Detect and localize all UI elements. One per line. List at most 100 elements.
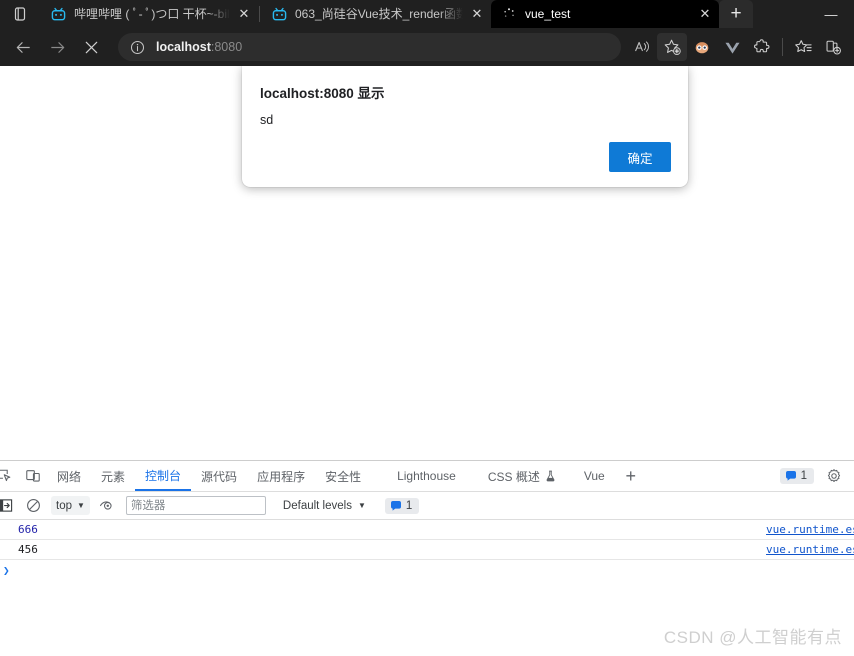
profile-extension-button[interactable] — [687, 33, 717, 61]
device-toolbar-icon — [26, 470, 40, 482]
console-log-message: 666 — [18, 523, 38, 536]
address-bar-url: localhost:8080 — [156, 40, 242, 54]
back-button[interactable] — [6, 32, 40, 62]
devtools-tabbar: 网络 元素 控制台 源代码 应用程序 安全性 Lighthouse CSS 概述… — [0, 461, 854, 492]
browser-window: 哔哩哔哩 ( ﾟ- ﾟ)つ口 干杯~-bili ✕ 063_尚硅谷Vue技术_r… — [0, 0, 854, 656]
console-filter-input[interactable] — [125, 496, 266, 515]
read-aloud-button[interactable] — [627, 33, 657, 61]
chevron-down-icon: ▼ — [357, 501, 366, 510]
devtools-tab-lighthouse[interactable]: Lighthouse — [371, 461, 466, 491]
watermark: CSDN @人工智能有点 — [663, 628, 842, 647]
address-bar[interactable]: localhost:8080 — [118, 33, 621, 61]
console-log-row[interactable]: 666 vue.runtime.esm. — [0, 520, 854, 540]
devtools-tab-css-overview-label: CSS 概述 — [487, 469, 540, 484]
console-log-row[interactable]: 456 vue.runtime.esm. — [0, 540, 854, 560]
devtools-tab-application[interactable]: 应用程序 — [247, 461, 315, 491]
vue-devtools-button[interactable] — [717, 33, 747, 61]
console-issues-badge[interactable]: 1 — [384, 497, 420, 514]
collections-icon — [826, 40, 841, 54]
clear-console-button[interactable] — [19, 493, 47, 519]
devtools-tab-sources[interactable]: 源代码 — [191, 461, 247, 491]
tab-actions-icon — [14, 7, 26, 21]
message-bubble-icon — [785, 470, 797, 482]
device-toolbar-button[interactable] — [19, 463, 47, 489]
vue-devtools-icon — [724, 42, 740, 54]
devtools-tab-network[interactable]: 网络 — [47, 461, 91, 491]
devtools-tab-security[interactable]: 安全性 — [315, 461, 371, 491]
window-minimize-button[interactable]: — — [808, 0, 854, 28]
stop-loading-button[interactable] — [74, 32, 108, 62]
tab-actions-button[interactable] — [0, 0, 40, 28]
address-host: localhost — [156, 40, 211, 54]
toolbar-separator — [782, 38, 783, 56]
clear-console-icon — [26, 499, 40, 512]
experiment-flask-icon — [545, 470, 556, 482]
inspect-element-icon — [0, 469, 11, 482]
inspect-element-button[interactable] — [0, 463, 19, 489]
tab-close-button[interactable]: ✕ — [467, 4, 487, 24]
console-sidebar-icon — [0, 499, 12, 512]
navigation-bar: localhost:8080 — [0, 28, 854, 66]
devtools-tabbar-right: 1 — [779, 463, 854, 489]
tab-title: vue_test — [525, 7, 571, 21]
window-controls: — — [808, 0, 854, 28]
console-issues-count: 1 — [405, 499, 413, 512]
add-favorite-icon — [664, 39, 681, 55]
javascript-alert-dialog: localhost:8080 显示 sd 确定 — [242, 66, 688, 187]
devtools-tab-vue[interactable]: Vue — [566, 461, 615, 491]
devtools-tab-css-overview[interactable]: CSS 概述 — [466, 461, 566, 491]
devtools-tab-elements[interactable]: 元素 — [91, 461, 135, 491]
arrow-right-icon — [50, 41, 64, 53]
tab-strip: 哔哩哔哩 ( ﾟ- ﾟ)つ口 干杯~-bili ✕ 063_尚硅谷Vue技术_r… — [0, 0, 854, 28]
dialog-message: sd — [260, 113, 274, 127]
message-count-badge[interactable]: 1 — [779, 468, 814, 484]
console-log-source-link[interactable]: vue.runtime.esm. — [766, 543, 854, 556]
message-count-value: 1 — [800, 470, 807, 482]
favorites-list-button[interactable] — [788, 33, 818, 61]
extensions-button[interactable] — [747, 33, 777, 61]
new-tab-button[interactable]: + — [719, 0, 753, 28]
devtools-settings-button[interactable] — [820, 463, 848, 489]
add-favorite-button[interactable] — [657, 33, 687, 61]
chevron-down-icon: ▼ — [77, 501, 85, 510]
close-icon — [85, 41, 97, 53]
console-log-message: 456 — [18, 543, 38, 556]
profile-extension-icon — [695, 42, 709, 54]
info-icon[interactable] — [128, 38, 146, 56]
console-log-list: 666 vue.runtime.esm. 456 vue.runtime.esm… — [0, 520, 854, 580]
loading-spinner-icon — [501, 6, 517, 22]
collections-button[interactable] — [818, 33, 848, 61]
favorites-list-icon — [794, 39, 812, 52]
live-expression-button[interactable] — [94, 493, 122, 519]
console-sidebar-button[interactable] — [0, 493, 19, 519]
console-levels-selector[interactable]: Default levels ▼ — [280, 500, 369, 512]
bilibili-tv-icon — [271, 6, 287, 22]
read-aloud-icon — [635, 41, 649, 52]
console-context-selector[interactable]: top ▼ — [51, 496, 90, 515]
console-log-source-link[interactable]: vue.runtime.esm. — [766, 523, 854, 536]
browser-tab[interactable]: 063_尚硅谷Vue技术_render函数 ✕ — [261, 0, 491, 28]
console-prompt-caret-icon: ❯ — [3, 563, 10, 577]
bilibili-tv-icon — [50, 6, 66, 22]
console-levels-value: Default levels — [282, 499, 352, 512]
console-input-row[interactable]: ❯ — [0, 560, 854, 580]
console-toolbar: top ▼ Default levels ▼ — [0, 492, 854, 520]
browser-tab-active[interactable]: vue_test ✕ — [491, 0, 719, 28]
extensions-puzzle-icon — [753, 38, 769, 52]
dialog-ok-button[interactable]: 确定 — [609, 142, 671, 172]
browser-chrome: 哔哩哔哩 ( ﾟ- ﾟ)つ口 干杯~-bili ✕ 063_尚硅谷Vue技术_r… — [0, 0, 854, 66]
gear-icon — [827, 469, 841, 482]
page-viewport: localhost:8080 显示 sd 确定 — [0, 66, 854, 460]
message-bubble-icon — [390, 500, 402, 512]
devtools-add-tab-button[interactable]: + — [617, 463, 645, 489]
browser-tab[interactable]: 哔哩哔哩 ( ﾟ- ﾟ)つ口 干杯~-bili ✕ — [40, 0, 258, 28]
address-port: :8080 — [210, 40, 243, 54]
dialog-title: localhost:8080 显示 — [260, 86, 385, 101]
tab-close-button[interactable]: ✕ — [695, 4, 715, 24]
devtools-tab-console[interactable]: 控制台 — [135, 461, 192, 491]
forward-button[interactable] — [40, 32, 74, 62]
arrow-left-icon — [16, 41, 30, 53]
tab-close-button[interactable]: ✕ — [234, 4, 254, 24]
tab-title: 063_尚硅谷Vue技术_render函数 — [295, 7, 463, 21]
live-expression-icon — [100, 501, 113, 510]
